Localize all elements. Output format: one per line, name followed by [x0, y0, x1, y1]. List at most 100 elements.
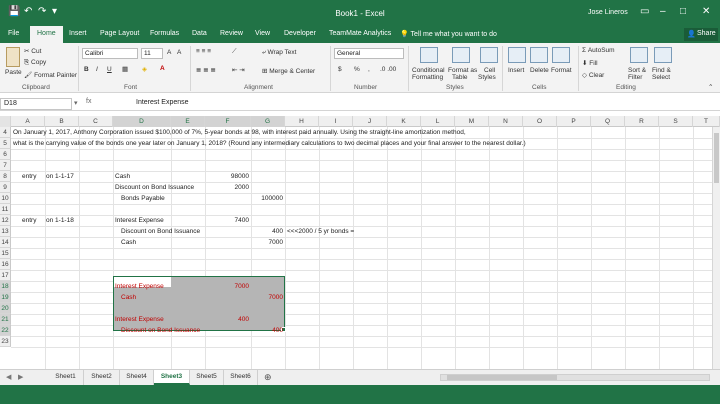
row-header[interactable]: 21	[0, 314, 11, 325]
underline-button[interactable]: U	[107, 66, 112, 73]
delete-cells-button[interactable]: Delete	[530, 67, 549, 74]
wrap-text-button[interactable]: ⤶ Wrap Text	[262, 49, 296, 57]
tab-data[interactable]: Data	[192, 30, 207, 37]
cell-g22[interactable]: 400	[251, 325, 283, 336]
find-select-icon[interactable]	[654, 47, 672, 63]
cut-button[interactable]: ✂ Cut	[24, 47, 41, 55]
select-all-corner[interactable]	[0, 116, 11, 127]
column-header-b[interactable]: B	[45, 116, 79, 127]
insert-cells-button[interactable]: Insert	[508, 67, 524, 74]
scrollbar-thumb[interactable]	[714, 133, 719, 183]
comma-button[interactable]: ,	[368, 66, 370, 73]
tab-view[interactable]: View	[255, 30, 270, 37]
conditional-formatting-icon[interactable]	[420, 47, 438, 63]
maximize-icon[interactable]: □	[680, 6, 686, 17]
column-header-j[interactable]: J	[353, 116, 387, 127]
sheet-tab-sheet2[interactable]: Sheet2	[84, 370, 120, 385]
minimize-icon[interactable]: –	[660, 6, 666, 17]
column-header-o[interactable]: O	[523, 116, 557, 127]
sheet-tab-sheet3[interactable]: Sheet3	[154, 370, 190, 385]
number-format-select[interactable]: General	[334, 48, 404, 59]
clear-button[interactable]: ◇ Clear	[582, 71, 604, 79]
row-header[interactable]: 20	[0, 303, 11, 314]
cell-f21[interactable]: 400	[205, 314, 249, 325]
cell-a5[interactable]: what is the carrying value of the bonds …	[13, 138, 526, 149]
row-header[interactable]: 13	[0, 226, 11, 237]
cell-d19[interactable]: Cash	[121, 292, 136, 303]
format-cells-button[interactable]: Format	[551, 67, 572, 74]
collapse-ribbon-icon[interactable]: ⌃	[708, 83, 713, 91]
borders-icon[interactable]: ▦	[122, 65, 128, 73]
insert-function-icon[interactable]: fx	[86, 98, 91, 105]
cell-d8[interactable]: Cash	[115, 171, 130, 182]
cell-b8[interactable]: on 1-1-17	[46, 171, 74, 182]
sheet-tab-sheet6[interactable]: Sheet6	[224, 370, 258, 385]
cell-g10[interactable]: 100000	[251, 193, 283, 204]
cell-g13[interactable]: 400	[251, 226, 283, 237]
vertical-scrollbar[interactable]	[712, 127, 720, 369]
row-header[interactable]: 17	[0, 270, 11, 281]
grow-font-icon[interactable]: A	[167, 49, 171, 56]
row-header[interactable]: 14	[0, 237, 11, 248]
copy-button[interactable]: ⎘ Copy	[24, 59, 46, 67]
row-header[interactable]: 15	[0, 248, 11, 259]
row-header[interactable]: 8	[0, 171, 11, 182]
sheet-tab-sheet5[interactable]: Sheet5	[190, 370, 224, 385]
ribbon-options-icon[interactable]: ▭	[640, 6, 649, 17]
cell-d9[interactable]: Discount on Bond Issuance	[115, 182, 194, 193]
insert-cells-icon[interactable]	[508, 47, 526, 63]
namebox-dropdown-icon[interactable]: ▾	[74, 99, 78, 107]
orientation-icon[interactable]: ⟋	[232, 48, 237, 56]
worksheet-grid[interactable]: A B C D E F G H I J K L M N O P Q R S T	[0, 116, 720, 369]
row-header[interactable]: 10	[0, 193, 11, 204]
percent-button[interactable]: %	[354, 66, 360, 73]
tab-teammate-analytics[interactable]: TeamMate Analytics	[329, 30, 391, 37]
paste-button[interactable]: Paste	[5, 69, 22, 76]
cell-styles-icon[interactable]	[480, 47, 498, 63]
row-header[interactable]: 22	[0, 325, 11, 336]
row-header[interactable]: 6	[0, 149, 11, 160]
cell-h13[interactable]: <<<2000 / 5 yr bonds =	[287, 226, 354, 237]
column-header-m[interactable]: M	[455, 116, 489, 127]
row-header[interactable]: 7	[0, 160, 11, 171]
format-as-table-button[interactable]: Format as	[448, 67, 477, 74]
tab-formulas[interactable]: Formulas	[150, 30, 179, 37]
cell-f18[interactable]: 7000	[205, 281, 249, 292]
row-header[interactable]: 18	[0, 281, 11, 292]
cell-f9[interactable]: 2000	[205, 182, 249, 193]
cell-d14[interactable]: Cash	[121, 237, 136, 248]
align-top-icon[interactable]: ≡ ≡ ≡	[196, 48, 211, 55]
share-button[interactable]: 👤 Share	[684, 28, 718, 41]
cell-styles-button[interactable]: Cell	[484, 67, 495, 74]
column-header-t[interactable]: T	[693, 116, 720, 127]
tab-review[interactable]: Review	[220, 30, 243, 37]
column-header-l[interactable]: L	[421, 116, 455, 127]
tab-home[interactable]: Home	[30, 26, 63, 43]
cell-b12[interactable]: on 1-1-18	[46, 215, 74, 226]
format-cells-icon[interactable]	[552, 47, 570, 63]
column-header-i[interactable]: I	[319, 116, 353, 127]
horizontal-scrollbar-thumb[interactable]	[447, 375, 557, 380]
paste-icon[interactable]	[6, 47, 20, 67]
sheet-tab-sheet1[interactable]: Sheet1	[48, 370, 84, 385]
row-header[interactable]: 12	[0, 215, 11, 226]
sheet-tab-sheet4[interactable]: Sheet4	[120, 370, 154, 385]
format-as-table-icon[interactable]	[452, 47, 470, 63]
cell-d10[interactable]: Bonds Payable	[121, 193, 165, 204]
tab-page-layout[interactable]: Page Layout	[100, 30, 139, 37]
user-name[interactable]: Jose Lineros	[588, 9, 628, 16]
font-color-icon[interactable]: A	[160, 65, 165, 72]
tell-me-search[interactable]: 💡 Tell me what you want to do	[400, 30, 497, 38]
cell-a12[interactable]: entry	[22, 215, 36, 226]
cell-d22[interactable]: Discount on Bond Issuance	[121, 325, 200, 336]
cell-d21[interactable]: Interest Expense	[115, 314, 164, 325]
format-painter-button[interactable]: 🖌 Format Painter	[24, 71, 77, 79]
tab-insert[interactable]: Insert	[69, 30, 87, 37]
tab-file[interactable]: File	[8, 30, 19, 37]
font-name-select[interactable]: Calibri	[82, 48, 138, 59]
column-header-s[interactable]: S	[659, 116, 693, 127]
align-left-icon[interactable]: ≣ ≣ ≣	[196, 66, 216, 74]
tab-developer[interactable]: Developer	[284, 30, 316, 37]
column-header-a[interactable]: A	[11, 116, 45, 127]
cell-d12[interactable]: Interest Expense	[115, 215, 164, 226]
